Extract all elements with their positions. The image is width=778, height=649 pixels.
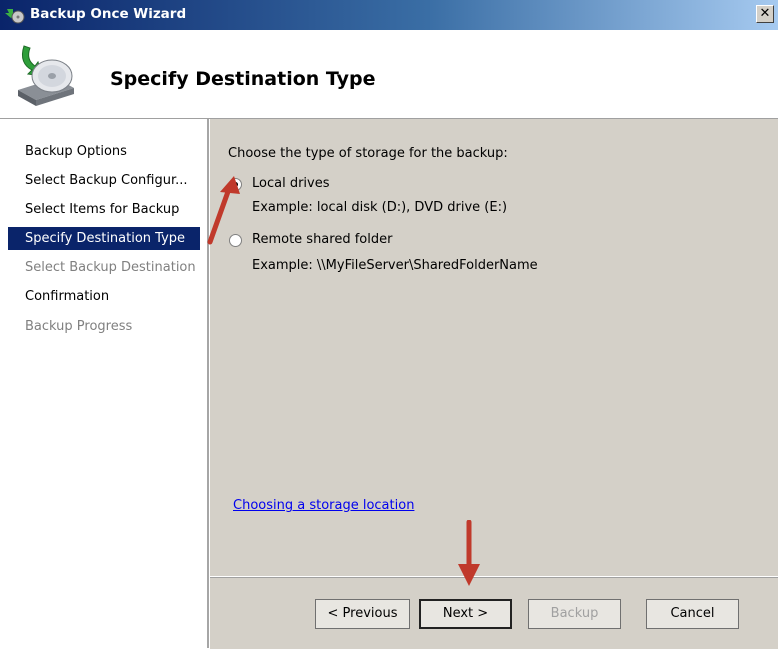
close-button[interactable]: ✕ xyxy=(756,5,774,23)
window-title: Backup Once Wizard xyxy=(30,6,187,22)
wizard-button-bar: < Previous Next > Backup Cancel xyxy=(210,577,778,649)
backup-app-icon xyxy=(5,9,25,24)
previous-button[interactable]: < Previous xyxy=(315,599,410,629)
choosing-storage-location-link[interactable]: Choosing a storage location xyxy=(233,498,414,513)
remote-shared-folder-example: Example: \\MyFileServer\SharedFolderName xyxy=(252,258,538,273)
nav-item-backup-progress: Backup Progress xyxy=(25,319,133,334)
nav-item-specify-destination-type[interactable]: Specify Destination Type xyxy=(8,227,200,250)
annotation-arrow-local-drives-icon xyxy=(207,176,240,245)
backup-button: Backup xyxy=(528,599,621,629)
backup-drive-icon xyxy=(18,45,74,106)
local-drives-label[interactable]: Local drives xyxy=(252,176,330,191)
cancel-button[interactable]: Cancel xyxy=(646,599,739,629)
remote-shared-folder-label[interactable]: Remote shared folder xyxy=(252,232,392,247)
local-drives-example: Example: local disk (D:), DVD drive (E:) xyxy=(252,200,508,215)
nav-item-select-items-for-backup[interactable]: Select Items for Backup xyxy=(8,198,198,221)
wizard-steps-nav: Backup Options Select Backup Configur...… xyxy=(0,119,209,648)
wizard-window: Backup Once Wizard ✕ Specify Destination… xyxy=(0,0,778,649)
title-bar[interactable]: Backup Once Wizard ✕ xyxy=(0,0,778,30)
nav-item-select-backup-destination: Select Backup Destination xyxy=(25,260,196,275)
content-panel: Choose the type of storage for the backu… xyxy=(210,119,778,576)
close-icon: ✕ xyxy=(759,6,771,21)
next-button[interactable]: Next > xyxy=(419,599,512,629)
nav-item-confirmation[interactable]: Confirmation xyxy=(8,285,198,308)
wizard-header: Specify Destination Type xyxy=(0,30,778,119)
page-title: Specify Destination Type xyxy=(110,68,376,90)
storage-type-prompt: Choose the type of storage for the backu… xyxy=(228,146,508,161)
annotation-arrow-next-icon xyxy=(458,520,480,586)
nav-item-backup-options[interactable]: Backup Options xyxy=(8,140,198,163)
nav-item-select-backup-configuration[interactable]: Select Backup Configur... xyxy=(8,169,198,192)
